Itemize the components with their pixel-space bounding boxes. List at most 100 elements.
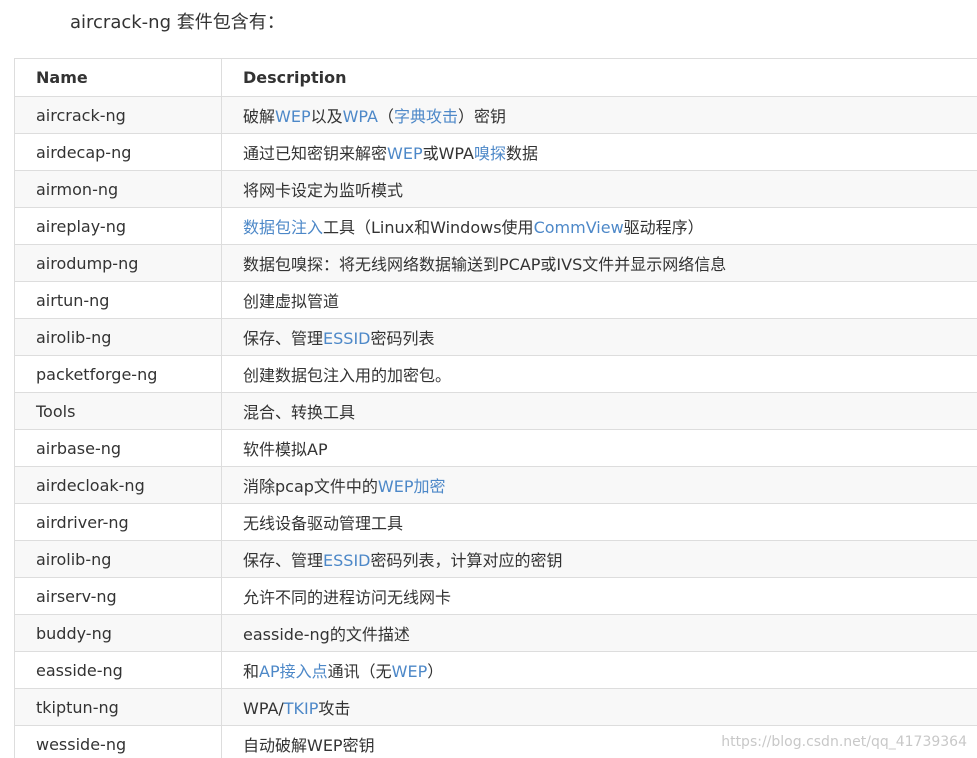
description-text: 以及: [310, 107, 343, 126]
tool-name: packetforge-ng: [14, 355, 222, 393]
tool-description: 保存、管理ESSID密码列表，计算对应的密钥: [221, 540, 977, 578]
tool-name: Tools: [14, 392, 222, 430]
description-link[interactable]: 字典攻击: [394, 107, 458, 126]
description-text: 自动破解WEP密钥: [243, 736, 375, 755]
tool-name: airserv-ng: [14, 577, 222, 615]
tool-description: 创建数据包注入用的加密包。: [221, 355, 977, 393]
description-text: easside-ng的文件描述: [243, 625, 410, 644]
tool-description: 破解WEP以及WPA（字典攻击）密钥: [221, 96, 977, 134]
tool-name: airdriver-ng: [14, 503, 222, 541]
tool-name: airodump-ng: [14, 244, 222, 282]
description-text: 或WPA: [422, 144, 474, 163]
description-text: 创建数据包注入用的加密包。: [243, 366, 452, 385]
table-row: buddy-ng easside-ng的文件描述: [14, 614, 977, 652]
table-row: airmon-ng 将网卡设定为监听模式: [14, 170, 977, 208]
description-link[interactable]: CommView: [534, 218, 624, 237]
description-link[interactable]: TKIP: [284, 699, 319, 718]
description-text: 消除pcap文件中的: [243, 477, 378, 496]
description-link[interactable]: WPA: [343, 107, 378, 126]
tool-description: 创建虚拟管道: [221, 281, 977, 319]
table-row: Tools 混合、转换工具: [14, 392, 977, 430]
description-text: 允许不同的进程访问无线网卡: [243, 588, 452, 607]
description-text: 保存、管理: [243, 551, 324, 570]
description-text: 密码列表: [370, 329, 435, 348]
table-row: airolib-ng 保存、管理ESSID密码列表，计算对应的密钥: [14, 540, 977, 578]
tool-name: airdecap-ng: [14, 133, 222, 171]
table-row: aireplay-ng 数据包注入工具（Linux和Windows使用CommVi…: [14, 207, 977, 245]
description-link[interactable]: 嗅探: [474, 144, 506, 163]
table-row: airdecap-ng 通过已知密钥来解密WEP或WPA嗅探数据: [14, 133, 977, 171]
description-text: 密码列表，计算对应的密钥: [370, 551, 563, 570]
tool-name: aireplay-ng: [14, 207, 222, 245]
description-link[interactable]: AP接入点: [259, 662, 328, 681]
tool-name: tkiptun-ng: [14, 688, 222, 726]
tools-table: Name Description aircrack-ng 破解WEP以及WPA（字…: [14, 58, 977, 758]
tool-name: airbase-ng: [14, 429, 222, 467]
tool-name: aircrack-ng: [14, 96, 222, 134]
table-header-row: Name Description: [14, 58, 977, 97]
description-text: 无线设备驱动管理工具: [243, 514, 404, 533]
description-text: 软件模拟AP: [243, 440, 328, 459]
tool-name: airmon-ng: [14, 170, 222, 208]
description-text: 混合、转换工具: [243, 403, 356, 422]
table-row: aircrack-ng 破解WEP以及WPA（字典攻击）密钥: [14, 96, 977, 134]
description-text: 数据: [506, 144, 539, 163]
description-text: 保存、管理: [243, 329, 324, 348]
watermark: https://blog.csdn.net/qq_41739364: [721, 734, 967, 750]
description-text: 通讯（无: [327, 662, 392, 681]
table-row: airdriver-ng 无线设备驱动管理工具: [14, 503, 977, 541]
table-row: tkiptun-ng WPA/TKIP攻击: [14, 688, 977, 726]
tool-description: 混合、转换工具: [221, 392, 977, 430]
table-row: easside-ng 和AP接入点通讯（无WEP）: [14, 651, 977, 689]
table-body: aircrack-ng 破解WEP以及WPA（字典攻击）密钥 airdecap-ng…: [14, 96, 977, 758]
description-link[interactable]: WEP: [275, 107, 311, 126]
description-text: 通过已知密钥来解密: [243, 144, 388, 163]
description-text: ）: [427, 662, 444, 681]
description-text: 破解: [243, 107, 276, 126]
description-link[interactable]: 数据包注入: [243, 218, 323, 237]
table-row: airolib-ng 保存、管理ESSID密码列表: [14, 318, 977, 356]
tool-name: buddy-ng: [14, 614, 222, 652]
description-link[interactable]: WEP: [387, 144, 423, 163]
intro-text: aircrack-ng 套件包含有：: [70, 12, 285, 33]
tool-description: easside-ng的文件描述: [221, 614, 977, 652]
description-text: 数据包嗅探：将无线网络数据输送到PCAP或IVS文件并显示网络信息: [243, 255, 727, 274]
tool-description: 无线设备驱动管理工具: [221, 503, 977, 541]
tool-name: airdecloak-ng: [14, 466, 222, 504]
tool-name: easside-ng: [14, 651, 222, 689]
tool-description: 保存、管理ESSID密码列表: [221, 318, 977, 356]
tool-name: airolib-ng: [14, 540, 222, 578]
description-text: 创建虚拟管道: [243, 292, 340, 311]
description-link[interactable]: ESSID: [323, 551, 370, 570]
description-text: （: [378, 107, 395, 126]
tool-description: 将网卡设定为监听模式: [221, 170, 977, 208]
description-text: 和: [243, 662, 260, 681]
tool-name: airtun-ng: [14, 281, 222, 319]
description-text: 工具（Linux和Windows使用: [323, 218, 534, 237]
tool-description: 通过已知密钥来解密WEP或WPA嗅探数据: [221, 133, 977, 171]
table-row: airtun-ng 创建虚拟管道: [14, 281, 977, 319]
table-row: packetforge-ng 创建数据包注入用的加密包。: [14, 355, 977, 393]
tool-description: 允许不同的进程访问无线网卡: [221, 577, 977, 615]
tool-description: 和AP接入点通讯（无WEP）: [221, 651, 977, 689]
description-link[interactable]: ESSID: [323, 329, 370, 348]
table-row: airodump-ng 数据包嗅探：将无线网络数据输送到PCAP或IVS文件并显示…: [14, 244, 977, 282]
tool-name: wesside-ng: [14, 725, 222, 758]
header-description: Description: [221, 58, 977, 97]
tool-description: 数据包注入工具（Linux和Windows使用CommView驱动程序）: [221, 207, 977, 245]
description-link[interactable]: WEP加密: [378, 477, 446, 496]
description-link[interactable]: WEP: [392, 662, 428, 681]
table-row: airbase-ng 软件模拟AP: [14, 429, 977, 467]
description-text: ）密钥: [458, 107, 507, 126]
tool-name: airolib-ng: [14, 318, 222, 356]
table-row: airserv-ng 允许不同的进程访问无线网卡: [14, 577, 977, 615]
description-text: WPA/: [243, 699, 284, 718]
tool-description: WPA/TKIP攻击: [221, 688, 977, 726]
description-text: 将网卡设定为监听模式: [243, 181, 404, 200]
table-row: airdecloak-ng 消除pcap文件中的WEP加密: [14, 466, 977, 504]
description-text: 驱动程序）: [623, 218, 704, 237]
description-text: 攻击: [318, 699, 351, 718]
header-name: Name: [14, 58, 222, 97]
tool-description: 消除pcap文件中的WEP加密: [221, 466, 977, 504]
tool-description: 数据包嗅探：将无线网络数据输送到PCAP或IVS文件并显示网络信息: [221, 244, 977, 282]
